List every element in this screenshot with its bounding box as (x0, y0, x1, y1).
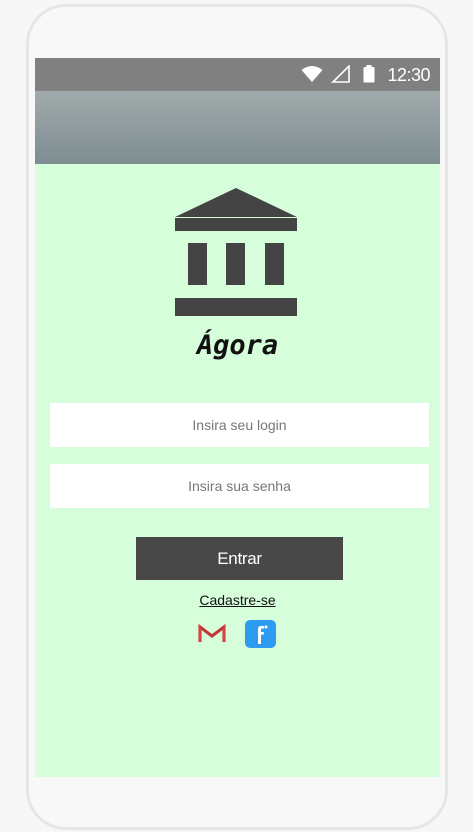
password-input[interactable] (50, 464, 429, 508)
facebook-icon[interactable] (245, 620, 276, 648)
register-link[interactable]: Cadastre-se (35, 592, 440, 608)
bank-building-icon (175, 188, 297, 316)
app-title: Ágora (196, 330, 279, 361)
status-time: 12:30 (387, 65, 430, 85)
login-input[interactable] (50, 403, 429, 447)
app-bar (35, 91, 440, 164)
app-screen: 12:30 Ágora Entrar Cadastre-se (35, 58, 440, 777)
battery-icon (363, 65, 375, 83)
signal-icon (331, 65, 350, 83)
gmail-icon[interactable] (196, 620, 228, 648)
login-button[interactable]: Entrar (136, 537, 343, 580)
wifi-icon (301, 66, 323, 82)
status-bar: 12:30 (35, 58, 440, 91)
